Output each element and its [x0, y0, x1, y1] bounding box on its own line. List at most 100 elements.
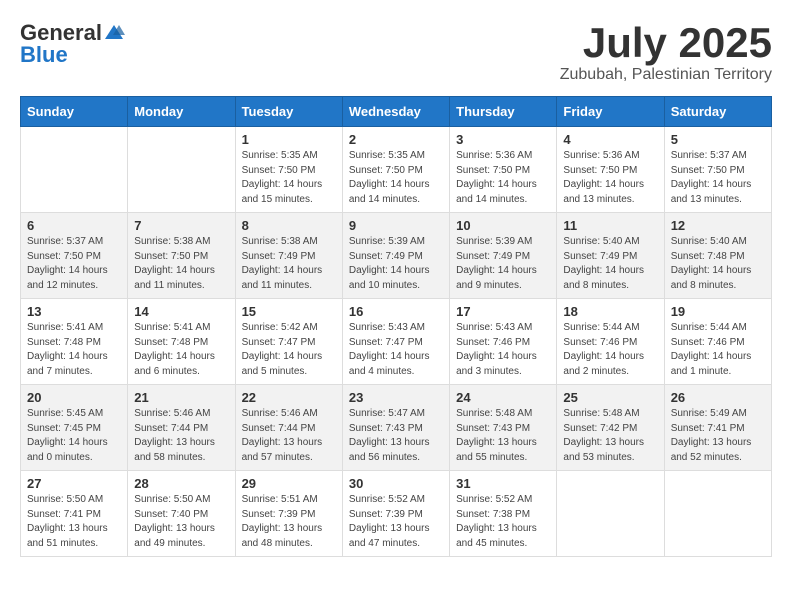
calendar-cell: 30 Sunrise: 5:52 AM Sunset: 7:39 PM Dayli… — [342, 471, 449, 557]
day-number: 1 — [242, 132, 336, 147]
calendar-cell: 4 Sunrise: 5:36 AM Sunset: 7:50 PM Daylig… — [557, 127, 664, 213]
day-info: Sunrise: 5:45 AM Sunset: 7:45 PM Dayligh… — [27, 407, 121, 465]
calendar-week-row: 20 Sunrise: 5:45 AM Sunset: 7:45 PM Dayli… — [21, 385, 772, 471]
day-info: Sunrise: 5:36 AM Sunset: 7:50 PM Dayligh… — [563, 149, 657, 207]
day-number: 27 — [27, 476, 121, 491]
day-info: Sunrise: 5:41 AM Sunset: 7:48 PM Dayligh… — [27, 321, 121, 379]
day-number: 29 — [242, 476, 336, 491]
calendar-header-monday: Monday — [128, 97, 235, 127]
calendar-cell: 18 Sunrise: 5:44 AM Sunset: 7:46 PM Dayli… — [557, 299, 664, 385]
calendar-header-thursday: Thursday — [450, 97, 557, 127]
day-info: Sunrise: 5:49 AM Sunset: 7:41 PM Dayligh… — [671, 407, 765, 465]
day-info: Sunrise: 5:35 AM Sunset: 7:50 PM Dayligh… — [242, 149, 336, 207]
calendar-cell: 11 Sunrise: 5:40 AM Sunset: 7:49 PM Dayli… — [557, 213, 664, 299]
day-number: 18 — [563, 304, 657, 319]
calendar-header-sunday: Sunday — [21, 97, 128, 127]
day-info: Sunrise: 5:44 AM Sunset: 7:46 PM Dayligh… — [563, 321, 657, 379]
day-number: 14 — [134, 304, 228, 319]
calendar-cell: 26 Sunrise: 5:49 AM Sunset: 7:41 PM Dayli… — [664, 385, 771, 471]
calendar-cell — [128, 127, 235, 213]
day-info: Sunrise: 5:50 AM Sunset: 7:41 PM Dayligh… — [27, 493, 121, 551]
calendar-cell: 29 Sunrise: 5:51 AM Sunset: 7:39 PM Dayli… — [235, 471, 342, 557]
day-info: Sunrise: 5:37 AM Sunset: 7:50 PM Dayligh… — [27, 235, 121, 293]
day-number: 9 — [349, 218, 443, 233]
calendar-cell: 20 Sunrise: 5:45 AM Sunset: 7:45 PM Dayli… — [21, 385, 128, 471]
day-info: Sunrise: 5:43 AM Sunset: 7:47 PM Dayligh… — [349, 321, 443, 379]
calendar-cell: 21 Sunrise: 5:46 AM Sunset: 7:44 PM Dayli… — [128, 385, 235, 471]
day-info: Sunrise: 5:35 AM Sunset: 7:50 PM Dayligh… — [349, 149, 443, 207]
day-info: Sunrise: 5:52 AM Sunset: 7:39 PM Dayligh… — [349, 493, 443, 551]
day-number: 2 — [349, 132, 443, 147]
calendar-header-tuesday: Tuesday — [235, 97, 342, 127]
day-number: 21 — [134, 390, 228, 405]
calendar-cell: 8Sunrise: 5:38 AM Sunset: 7:49 PM Daylig… — [235, 213, 342, 299]
calendar-table: SundayMondayTuesdayWednesdayThursdayFrid… — [20, 96, 772, 557]
day-number: 16 — [349, 304, 443, 319]
calendar-cell — [21, 127, 128, 213]
day-info: Sunrise: 5:39 AM Sunset: 7:49 PM Dayligh… — [456, 235, 550, 293]
calendar-header-saturday: Saturday — [664, 97, 771, 127]
day-info: Sunrise: 5:41 AM Sunset: 7:48 PM Dayligh… — [134, 321, 228, 379]
day-number: 31 — [456, 476, 550, 491]
day-number: 24 — [456, 390, 550, 405]
logo-blue: Blue — [20, 42, 68, 68]
day-number: 26 — [671, 390, 765, 405]
day-number: 22 — [242, 390, 336, 405]
calendar-cell: 19Sunrise: 5:44 AM Sunset: 7:46 PM Dayli… — [664, 299, 771, 385]
day-number: 10 — [456, 218, 550, 233]
calendar-cell: 23Sunrise: 5:47 AM Sunset: 7:43 PM Dayli… — [342, 385, 449, 471]
calendar-cell: 9 Sunrise: 5:39 AM Sunset: 7:49 PM Daylig… — [342, 213, 449, 299]
day-info: Sunrise: 5:39 AM Sunset: 7:49 PM Dayligh… — [349, 235, 443, 293]
calendar-cell: 27 Sunrise: 5:50 AM Sunset: 7:41 PM Dayli… — [21, 471, 128, 557]
day-number: 28 — [134, 476, 228, 491]
calendar-cell — [557, 471, 664, 557]
day-number: 25 — [563, 390, 657, 405]
day-info: Sunrise: 5:42 AM Sunset: 7:47 PM Dayligh… — [242, 321, 336, 379]
location-title: Zububah, Palestinian Territory — [560, 66, 772, 84]
day-number: 7 — [134, 218, 228, 233]
calendar-cell: 13 Sunrise: 5:41 AM Sunset: 7:48 PM Dayli… — [21, 299, 128, 385]
title-area: July 2025 Zububah, Palestinian Territory — [560, 20, 772, 84]
calendar-cell: 3 Sunrise: 5:36 AM Sunset: 7:50 PM Daylig… — [450, 127, 557, 213]
day-number: 13 — [27, 304, 121, 319]
day-info: Sunrise: 5:44 AM Sunset: 7:46 PM Dayligh… — [671, 321, 765, 379]
calendar-cell: 7 Sunrise: 5:38 AM Sunset: 7:50 PM Daylig… — [128, 213, 235, 299]
calendar-cell — [664, 471, 771, 557]
day-info: Sunrise: 5:40 AM Sunset: 7:48 PM Dayligh… — [671, 235, 765, 293]
calendar-header-friday: Friday — [557, 97, 664, 127]
month-title: July 2025 — [560, 20, 772, 66]
day-number: 5 — [671, 132, 765, 147]
calendar-cell: 10 Sunrise: 5:39 AM Sunset: 7:49 PM Dayli… — [450, 213, 557, 299]
day-info: Sunrise: 5:37 AM Sunset: 7:50 PM Dayligh… — [671, 149, 765, 207]
calendar-cell: 28 Sunrise: 5:50 AM Sunset: 7:40 PM Dayli… — [128, 471, 235, 557]
calendar-cell: 24 Sunrise: 5:48 AM Sunset: 7:43 PM Dayli… — [450, 385, 557, 471]
day-number: 23 — [349, 390, 443, 405]
day-info: Sunrise: 5:40 AM Sunset: 7:49 PM Dayligh… — [563, 235, 657, 293]
day-info: Sunrise: 5:38 AM Sunset: 7:49 PM Dayligh… — [242, 235, 336, 293]
calendar-cell: 15Sunrise: 5:42 AM Sunset: 7:47 PM Dayli… — [235, 299, 342, 385]
calendar-cell: 2 Sunrise: 5:35 AM Sunset: 7:50 PM Daylig… — [342, 127, 449, 213]
day-number: 11 — [563, 218, 657, 233]
day-number: 4 — [563, 132, 657, 147]
day-info: Sunrise: 5:50 AM Sunset: 7:40 PM Dayligh… — [134, 493, 228, 551]
day-number: 6 — [27, 218, 121, 233]
day-info: Sunrise: 5:38 AM Sunset: 7:50 PM Dayligh… — [134, 235, 228, 293]
logo: General Blue — [20, 20, 126, 68]
calendar-cell: 17 Sunrise: 5:43 AM Sunset: 7:46 PM Dayli… — [450, 299, 557, 385]
day-number: 3 — [456, 132, 550, 147]
day-number: 20 — [27, 390, 121, 405]
day-number: 17 — [456, 304, 550, 319]
logo-icon — [103, 23, 125, 43]
day-info: Sunrise: 5:51 AM Sunset: 7:39 PM Dayligh… — [242, 493, 336, 551]
day-info: Sunrise: 5:46 AM Sunset: 7:44 PM Dayligh… — [134, 407, 228, 465]
day-info: Sunrise: 5:36 AM Sunset: 7:50 PM Dayligh… — [456, 149, 550, 207]
day-info: Sunrise: 5:48 AM Sunset: 7:43 PM Dayligh… — [456, 407, 550, 465]
day-info: Sunrise: 5:46 AM Sunset: 7:44 PM Dayligh… — [242, 407, 336, 465]
calendar-cell: 12Sunrise: 5:40 AM Sunset: 7:48 PM Dayli… — [664, 213, 771, 299]
calendar-week-row: 1 Sunrise: 5:35 AM Sunset: 7:50 PM Daylig… — [21, 127, 772, 213]
day-info: Sunrise: 5:52 AM Sunset: 7:38 PM Dayligh… — [456, 493, 550, 551]
day-info: Sunrise: 5:48 AM Sunset: 7:42 PM Dayligh… — [563, 407, 657, 465]
day-number: 30 — [349, 476, 443, 491]
day-info: Sunrise: 5:43 AM Sunset: 7:46 PM Dayligh… — [456, 321, 550, 379]
page-header: General Blue July 2025 Zububah, Palestin… — [20, 20, 772, 84]
